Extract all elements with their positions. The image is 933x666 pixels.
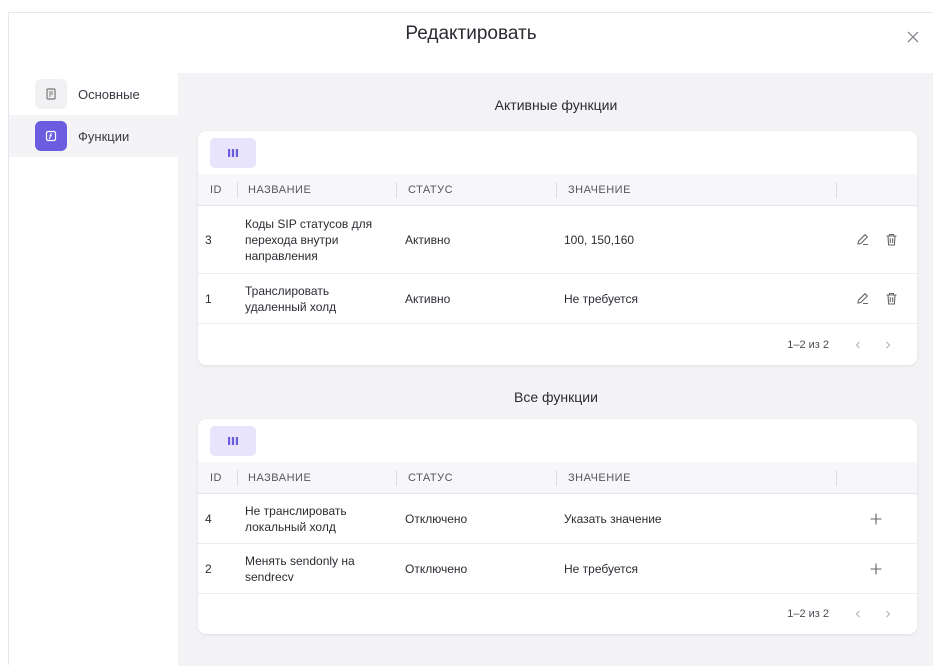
chevron-right-icon (886, 610, 891, 618)
columns-button[interactable] (210, 138, 256, 168)
table-row[interactable]: 4 Не транслировать локальный холд Отключ… (198, 494, 917, 544)
cell-status: Отключено (405, 511, 468, 526)
delete-button[interactable] (884, 274, 899, 323)
chevron-right-icon (886, 341, 891, 348)
prev-page-button[interactable] (853, 594, 863, 634)
document-icon (35, 79, 67, 109)
edit-button[interactable] (855, 274, 870, 323)
active-functions-title: Активные функции (494, 97, 618, 113)
cell-name: Не транслировать локальный холд (245, 503, 347, 534)
column-header-name: НАЗВАНИЕ (248, 472, 312, 484)
chevron-left-icon (855, 610, 860, 618)
columns-button[interactable] (210, 426, 256, 456)
next-page-button[interactable] (883, 594, 893, 634)
all-functions-table: ID НАЗВАНИЕ СТАТУС ЗНАЧЕНИЕ 4 Не трансли… (198, 419, 917, 634)
table-row[interactable]: 2 Менять sendonly на sendrecv Отключено … (198, 544, 917, 594)
column-header-value: ЗНАЧЕНИЕ (568, 472, 631, 484)
cell-name: Коды SIP статусов для перехода внутри на… (245, 216, 373, 263)
sidebar-item-functions[interactable]: Функции (9, 115, 179, 157)
cell-status: Активно (405, 291, 451, 306)
next-page-button[interactable] (883, 324, 893, 365)
pagination: 1–2 из 2 (198, 594, 917, 634)
pagination-info: 1–2 из 2 (787, 608, 829, 620)
trash-icon (886, 292, 897, 305)
sidebar: Основные Функции (9, 73, 179, 157)
column-header-id: ID (210, 184, 222, 196)
cell-id: 2 (205, 561, 212, 576)
function-icon (35, 121, 67, 151)
table-row[interactable]: 3 Коды SIP статусов для перехода внутри … (198, 206, 917, 274)
prev-page-button[interactable] (853, 324, 863, 365)
pagination-info: 1–2 из 2 (787, 338, 829, 351)
cell-id: 4 (205, 511, 212, 526)
plus-icon (870, 563, 882, 574)
add-button[interactable] (869, 494, 883, 543)
cell-name: Транслировать удаленный холд (245, 283, 337, 314)
column-header-name: НАЗВАНИЕ (248, 184, 312, 196)
cell-name: Менять sendonly на sendrecv (245, 553, 355, 584)
edit-button[interactable] (855, 206, 870, 273)
columns-icon (228, 149, 238, 157)
edit-icon (857, 292, 869, 305)
table-header: ID НАЗВАНИЕ СТАТУС ЗНАЧЕНИЕ (198, 462, 917, 494)
cell-id: 1 (205, 291, 212, 306)
plus-icon (870, 513, 882, 524)
columns-icon (228, 437, 238, 445)
close-button[interactable] (905, 29, 921, 45)
content-panel: Активные функции ID НАЗВАНИЕ СТАТУС ЗНАЧ… (178, 73, 933, 666)
cell-status: Активно (405, 232, 451, 247)
cell-value: 100, 150,160 (564, 232, 635, 247)
cell-value: Не требуется (564, 291, 638, 306)
cell-value: Не требуется (564, 561, 638, 576)
table-row[interactable]: 1 Транслировать удаленный холд Активно Н… (198, 274, 917, 324)
sidebar-item-label: Основные (78, 86, 140, 102)
edit-modal: Редактировать Основные Функции Активные … (8, 12, 933, 666)
close-icon (907, 31, 919, 43)
delete-button[interactable] (884, 206, 899, 273)
add-button[interactable] (869, 544, 883, 593)
column-header-status: СТАТУС (408, 472, 454, 484)
cell-status: Отключено (405, 561, 468, 576)
sidebar-item-label: Функции (78, 128, 130, 144)
column-header-status: СТАТУС (408, 184, 454, 196)
cell-id: 3 (205, 232, 212, 247)
column-header-id: ID (210, 472, 222, 484)
pagination: 1–2 из 2 (198, 324, 917, 365)
modal-title: Редактировать (405, 23, 537, 44)
sidebar-item-basic[interactable]: Основные (9, 73, 179, 115)
chevron-left-icon (855, 341, 860, 348)
table-header: ID НАЗВАНИЕ СТАТУС ЗНАЧЕНИЕ (198, 174, 917, 206)
all-functions-title: Все функции (514, 389, 598, 405)
trash-icon (886, 233, 897, 246)
column-header-value: ЗНАЧЕНИЕ (568, 184, 631, 196)
active-functions-table: ID НАЗВАНИЕ СТАТУС ЗНАЧЕНИЕ 3 Коды SIP с… (198, 131, 917, 365)
edit-icon (857, 233, 869, 246)
cell-value: Указать значение (564, 511, 662, 526)
